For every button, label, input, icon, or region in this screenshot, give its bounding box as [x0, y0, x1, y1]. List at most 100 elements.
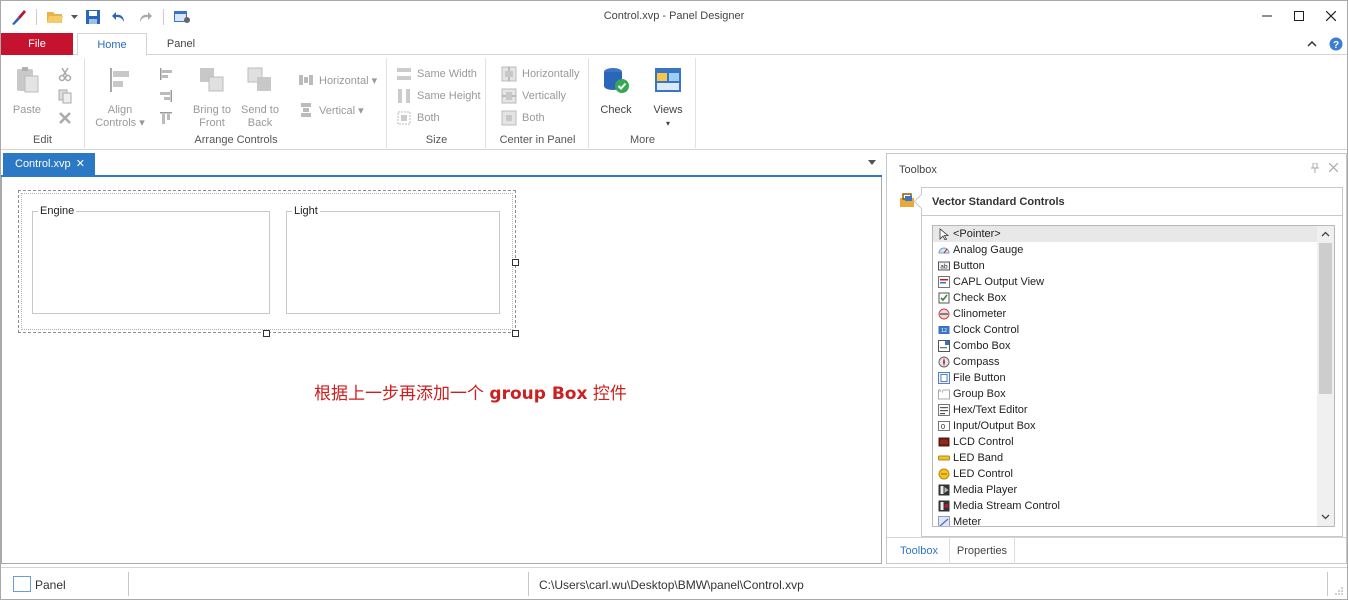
align-right-icon[interactable]	[158, 88, 174, 104]
toolbox-item[interactable]: xy Group Box	[933, 386, 1319, 402]
horizontal-spacing-button[interactable]: Horizontal ▾	[298, 70, 377, 90]
toolbox-item[interactable]: File Button	[933, 370, 1319, 386]
center-vertically-button[interactable]: Vertically	[501, 86, 566, 106]
delete-icon[interactable]	[57, 110, 73, 126]
views-button[interactable]: Views ▾	[646, 64, 690, 130]
tab-home[interactable]: Home	[77, 33, 147, 56]
help-icon[interactable]: ?	[1329, 37, 1343, 51]
toolbox-category-icon[interactable]	[899, 192, 915, 208]
check-button[interactable]: Check	[596, 64, 636, 117]
toolbox-item-label: Meter	[953, 516, 982, 527]
center-both-icon	[501, 110, 517, 126]
tab-toolbox[interactable]: Toolbox	[891, 538, 947, 564]
align-small-buttons	[158, 66, 174, 126]
pane-tab-bar: Toolbox Properties	[887, 537, 1346, 564]
toolbox-item[interactable]: 0 Input/Output Box	[933, 418, 1319, 434]
io-box-icon: 0	[938, 421, 950, 431]
views-label: Views	[653, 104, 683, 116]
file-button-icon	[938, 372, 950, 384]
tab-panel[interactable]: Panel	[151, 33, 211, 56]
same-width-button[interactable]: Same Width	[396, 64, 477, 84]
collapse-ribbon-icon[interactable]	[1307, 41, 1317, 47]
analog-gauge-icon	[938, 247, 950, 254]
toolbox-item[interactable]: Combo Box	[933, 338, 1319, 354]
svg-text:xy: xy	[939, 388, 944, 393]
resize-grip-icon[interactable]	[1335, 587, 1343, 595]
close-pane-icon[interactable]	[1328, 162, 1339, 176]
toolbox-item[interactable]: LED Band	[933, 450, 1319, 466]
scroll-up-icon[interactable]	[1317, 226, 1334, 243]
toolbox-item[interactable]: CAPL Output View	[933, 274, 1319, 290]
same-height-button[interactable]: Same Height	[396, 86, 481, 106]
toolbox-item[interactable]: ab Button	[933, 258, 1319, 274]
group-label-size: Size	[425, 134, 448, 146]
annotation-bold-part: group Box	[489, 384, 588, 404]
same-width-icon	[397, 68, 411, 80]
cut-icon[interactable]	[57, 66, 73, 82]
lcd-icon	[938, 437, 950, 447]
resize-handle-bottom[interactable]	[263, 330, 270, 337]
toolbox-item[interactable]: LED Control	[933, 466, 1319, 482]
scroll-down-icon[interactable]	[1317, 509, 1334, 526]
views-dropdown-arrow: ▾	[665, 119, 670, 128]
controls-list-scrollbar[interactable]	[1317, 226, 1334, 526]
horizontal-label: Horizontal ▾	[319, 74, 378, 87]
status-panel-label: Panel	[35, 578, 66, 592]
vertical-spacing-button[interactable]: Vertical ▾	[298, 100, 364, 120]
same-height-label: Same Height	[417, 90, 481, 102]
toolbox-item[interactable]: <Pointer>	[933, 226, 1319, 242]
controls-list-items: <Pointer> Analog Gauge ab Button CAPL Output…	[933, 226, 1319, 527]
toolbox-item[interactable]: LCD Control	[933, 434, 1319, 450]
resize-handle-right[interactable]	[512, 259, 519, 266]
toolbox-item[interactable]: Check Box	[933, 290, 1319, 306]
toolbox-item-label: File Button	[953, 372, 1006, 384]
pin-icon[interactable]	[1311, 162, 1319, 176]
design-canvas[interactable]: Engine Light 根据上一步再添加一个 group Box 控件	[1, 177, 882, 564]
group-box-engine[interactable]: Engine	[32, 205, 270, 314]
bring-to-front-button[interactable]: Bring to Front	[188, 64, 236, 130]
send-to-back-button[interactable]: Send to Back	[236, 64, 284, 130]
group-box-light[interactable]: Light	[286, 205, 500, 314]
toolbox-item[interactable]: Media Player	[933, 482, 1319, 498]
toolbox-item[interactable]: Compass	[933, 354, 1319, 370]
toolbox-item[interactable]: 12 Clock Control	[933, 322, 1319, 338]
toolbox-item[interactable]: Meter	[933, 514, 1319, 527]
toolbox-item[interactable]: Clinometer	[933, 306, 1319, 322]
align-top-icon[interactable]	[158, 110, 174, 126]
tab-file[interactable]: File	[1, 33, 73, 55]
document-list-dropdown-icon[interactable]	[868, 157, 876, 167]
clinometer-icon	[938, 308, 950, 320]
resize-handle-bottom-right[interactable]	[512, 330, 519, 337]
tab-properties[interactable]: Properties	[949, 538, 1015, 564]
toolbox-pane: Toolbox Vector Standard Controls <Pointe…	[886, 153, 1347, 564]
toolbox-item[interactable]: Hex/Text Editor	[933, 402, 1319, 418]
document-tab-label: Control.xvp	[15, 158, 71, 170]
toolbox-item[interactable]: Media Stream Control	[933, 498, 1319, 514]
same-size-both-button[interactable]: Both	[396, 108, 440, 128]
center-both-label: Both	[522, 112, 545, 124]
scrollbar-thumb[interactable]	[1319, 243, 1332, 394]
copy-icon[interactable]	[57, 88, 73, 104]
center-horizontally-button[interactable]: Horizontally	[501, 64, 579, 84]
align-left-icon[interactable]	[158, 66, 174, 82]
combobox-icon	[938, 340, 950, 352]
minimize-button[interactable]	[1251, 1, 1283, 31]
maximize-button[interactable]	[1283, 1, 1315, 31]
close-tab-icon[interactable]: ✕	[76, 153, 85, 175]
center-both-button[interactable]: Both	[501, 108, 545, 128]
controls-list[interactable]: <Pointer> Analog Gauge ab Button CAPL Output…	[932, 225, 1335, 527]
svg-text:?: ?	[1333, 40, 1339, 51]
toolbox-item-label: Button	[953, 260, 985, 272]
align-controls-button[interactable]: Align Controls ▾	[94, 64, 146, 130]
toolbox-item[interactable]: Analog Gauge	[933, 242, 1319, 258]
pointer-icon	[939, 228, 950, 240]
led-control-icon	[938, 468, 950, 480]
send-to-back-icon	[247, 67, 271, 91]
paste-button[interactable]: Paste	[9, 64, 45, 117]
media-player-icon	[938, 484, 950, 496]
align-label: Align	[107, 104, 133, 116]
close-button[interactable]	[1315, 1, 1347, 31]
document-tab-control-xvp[interactable]: Control.xvp ✕	[3, 153, 95, 175]
status-file-path: C:\Users\carl.wu\Desktop\BMW\panel\Contr…	[539, 578, 804, 592]
views-icon	[655, 68, 681, 92]
